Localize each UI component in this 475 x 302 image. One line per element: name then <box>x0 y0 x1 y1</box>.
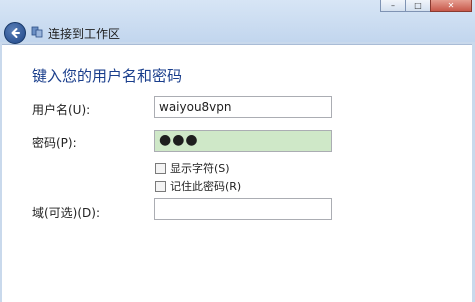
remember-password-checkbox[interactable] <box>155 180 166 192</box>
show-characters-checkbox-row[interactable]: 显示字符(S) <box>155 160 230 176</box>
remember-password-checkbox-row[interactable]: 记住此密码(R) <box>155 178 241 194</box>
minimize-button[interactable]: – <box>380 0 406 12</box>
back-arrow-icon <box>11 28 20 38</box>
show-characters-label: 显示字符(S) <box>170 162 230 175</box>
show-characters-checkbox[interactable] <box>155 162 166 174</box>
domain-field[interactable] <box>154 198 332 220</box>
window-controls: – □ ✕ <box>380 0 472 12</box>
maximize-button[interactable]: □ <box>405 0 431 12</box>
remember-password-label: 记住此密码(R) <box>170 180 242 193</box>
wizard-content: 键入您的用户名和密码 用户名(U): waiyou8vpn 密码(P): ●●●… <box>2 44 472 302</box>
back-button[interactable] <box>4 22 26 44</box>
username-field[interactable]: waiyou8vpn <box>154 96 332 118</box>
network-icon <box>31 26 43 38</box>
password-field[interactable]: ●●● <box>154 130 332 152</box>
username-label: 用户名(U): <box>32 103 91 117</box>
wizard-title: 连接到工作区 <box>48 27 121 41</box>
domain-label: 域(可选)(D): <box>32 206 101 220</box>
page-heading: 键入您的用户名和密码 <box>32 67 183 85</box>
password-label: 密码(P): <box>32 136 77 150</box>
close-button[interactable]: ✕ <box>430 0 472 12</box>
